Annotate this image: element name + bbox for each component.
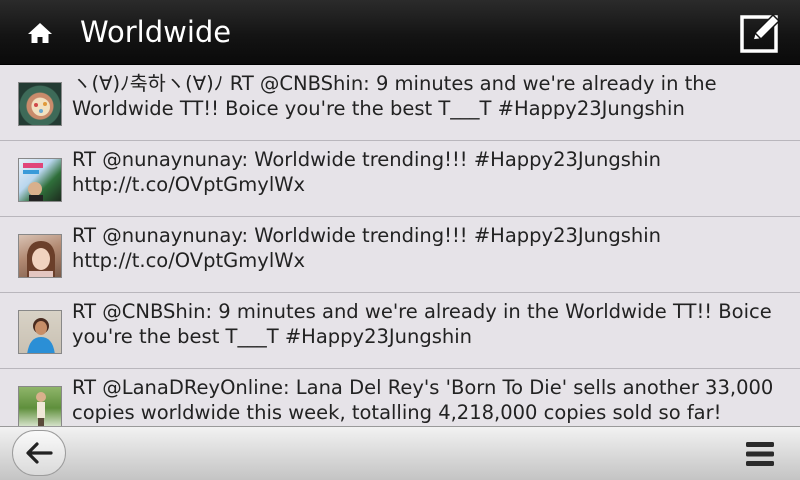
list-item[interactable]: ヽ(∀)ﾉ축하ヽ(∀)ﾉ RT @CNBShin: 9 minutes and … [0,66,800,141]
tweet-text: RT @nunaynunay: Worldwide trending!!! #H… [72,224,662,272]
tweet-text: RT @LanaDReyOnline: Lana Del Rey's 'Born… [72,376,774,424]
list-item[interactable]: RT @LanaDReyOnline: Lana Del Rey's 'Born… [0,370,800,426]
avatar [18,82,62,126]
list-item[interactable]: RT @nunaynunay: Worldwide trending!!! #H… [0,142,800,217]
bottom-bar [0,426,800,480]
list-item[interactable]: RT @CNBShin: 9 minutes and we're already… [0,294,800,369]
avatar [18,158,62,202]
app-window: Worldwide ヽ(∀)ﾉ축하ヽ(∀)ﾉ RT @CNBShin: 9 mi… [0,0,800,480]
back-button[interactable] [12,430,66,476]
list-item[interactable]: RT @nunaynunay: Worldwide trending!!! #H… [0,218,800,293]
avatar [18,386,62,426]
tweet-text: RT @nunaynunay: Worldwide trending!!! #H… [72,148,662,196]
menu-icon [746,442,774,466]
avatar [18,310,62,354]
compose-button[interactable] [738,10,784,56]
avatar [18,234,62,278]
home-button[interactable] [14,14,66,52]
page-title: Worldwide [80,15,232,49]
tweet-text: ヽ(∀)ﾉ축하ヽ(∀)ﾉ RT @CNBShin: 9 minutes and … [72,72,717,120]
back-arrow-icon [26,442,53,464]
home-icon [28,23,52,43]
menu-button[interactable] [738,435,782,473]
tweet-text: RT @CNBShin: 9 minutes and we're already… [72,300,772,348]
top-bar: Worldwide [0,0,800,65]
compose-icon [740,13,781,53]
tweet-list[interactable]: ヽ(∀)ﾉ축하ヽ(∀)ﾉ RT @CNBShin: 9 minutes and … [0,66,800,426]
